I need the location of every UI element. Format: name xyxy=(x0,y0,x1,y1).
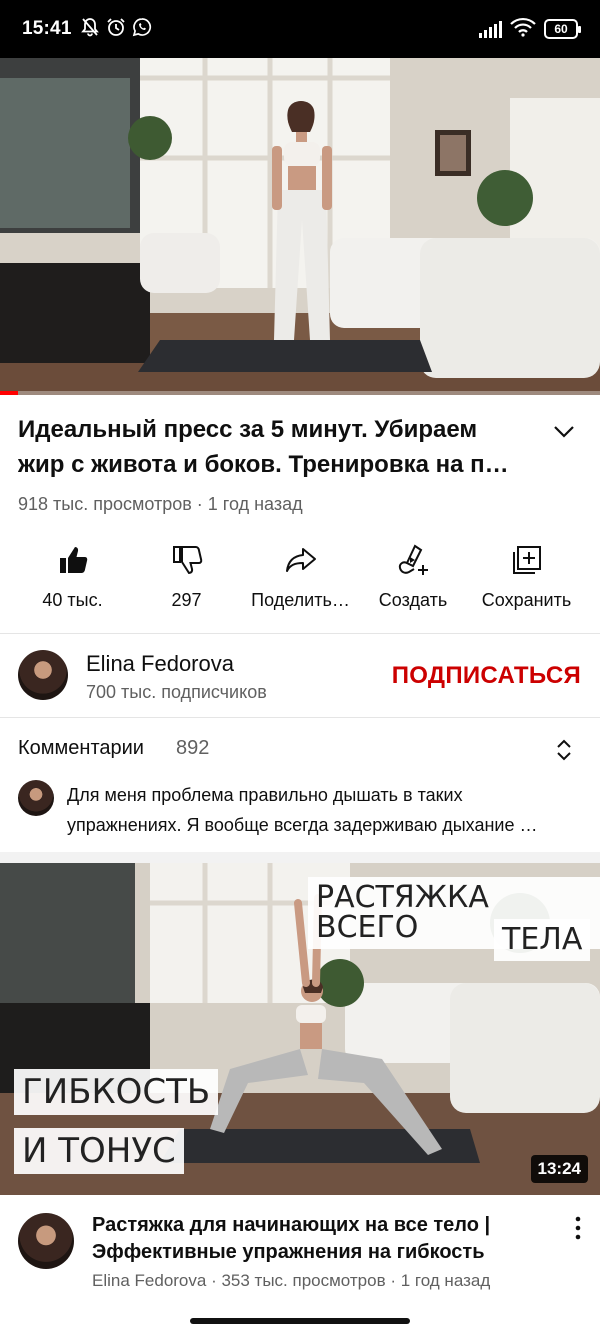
channel-name[interactable]: Elina Fedorova xyxy=(86,651,234,677)
video-player[interactable] xyxy=(0,58,600,395)
video-meta: 918 тыс. просмотров · 1 год назад xyxy=(18,494,303,514)
chevron-down-icon xyxy=(554,426,574,438)
save-button[interactable]: Сохранить xyxy=(453,540,600,620)
status-bar: 15:41 60 xyxy=(0,0,600,58)
next-video-thumbnail[interactable]: РАСТЯЖКА ВСЕГО ТЕЛА ГИБКОСТЬ И ТОНУС 13:… xyxy=(0,863,600,1195)
video-title: Идеальный пресс за 5 минут. Убираем жир … xyxy=(18,416,509,478)
like-count: 40 тыс. xyxy=(42,590,103,610)
wifi-icon xyxy=(510,17,536,42)
subscribe-button[interactable]: ПОДПИСАТЬСЯ xyxy=(392,662,581,690)
status-notification-icons xyxy=(80,17,152,41)
dislike-button[interactable]: 297 xyxy=(145,540,228,620)
next-video-menu-button[interactable] xyxy=(568,1215,588,1241)
section-separator xyxy=(0,852,600,863)
video-progress-track[interactable] xyxy=(0,391,600,395)
comments-expand-button[interactable] xyxy=(550,736,578,764)
channel-avatar[interactable] xyxy=(18,650,68,700)
create-button[interactable]: Создать xyxy=(373,540,453,620)
status-time: 15:41 xyxy=(22,18,72,39)
thumbnail-caption-bottom-line1: ГИБКОСТЬ xyxy=(14,1069,219,1115)
whatsapp-icon xyxy=(132,17,152,41)
comments-count: 892 xyxy=(176,737,210,759)
create-label: Создать xyxy=(378,590,448,610)
signal-icon xyxy=(479,20,502,38)
thumbs-up-icon xyxy=(59,547,87,573)
video-duration-badge: 13:24 xyxy=(530,1155,588,1183)
share-button[interactable]: Поделить… xyxy=(228,540,373,620)
channel-subscribers: 700 тыс. подписчиков xyxy=(86,682,267,702)
next-video-channel-avatar[interactable] xyxy=(18,1213,74,1269)
top-comment-text: Для меня проблема правильно дышать в так… xyxy=(67,785,538,835)
muted-bell-icon xyxy=(80,17,100,41)
comment-author-avatar xyxy=(18,780,54,816)
save-to-playlist-icon xyxy=(512,546,541,574)
thumbnail-caption-bottom-line2: И ТОНУС xyxy=(14,1128,184,1174)
thumbnail-caption-top-line2: ТЕЛА xyxy=(494,919,591,961)
comments-section[interactable]: Комментарии 892 Для меня проблема правил… xyxy=(0,718,600,852)
alarm-icon xyxy=(106,17,126,41)
video-title-block[interactable]: Идеальный пресс за 5 минут. Убираем жир … xyxy=(18,412,528,482)
comments-title: Комментарии xyxy=(18,737,144,759)
home-indicator[interactable] xyxy=(190,1318,410,1324)
next-video-title[interactable]: Растяжка для начинающих на все тело | Эф… xyxy=(92,1212,542,1266)
share-icon xyxy=(285,548,316,572)
expand-description-button[interactable] xyxy=(548,418,580,446)
share-label: Поделить… xyxy=(251,590,350,610)
like-button[interactable]: 40 тыс. xyxy=(0,540,145,620)
video-actions: 40 тыс. 297 Поделить… Создать Сохранить xyxy=(0,540,600,620)
more-vert-icon xyxy=(575,1216,581,1240)
video-frame xyxy=(0,58,600,395)
unfold-icon xyxy=(557,739,571,761)
next-video-meta: Elina Fedorova · 353 тыс. просмотров · 1… xyxy=(92,1271,491,1290)
save-label: Сохранить xyxy=(481,590,572,610)
status-system-icons: 60 xyxy=(479,17,581,42)
dislike-count: 297 xyxy=(171,590,202,610)
create-shorts-icon xyxy=(398,544,428,575)
thumbs-down-icon xyxy=(172,546,202,575)
battery-icon: 60 xyxy=(544,19,581,39)
video-progress-fill xyxy=(0,391,18,395)
next-video-info[interactable]: Растяжка для начинающих на все тело | Эф… xyxy=(0,1195,600,1305)
channel-row[interactable]: Elina Fedorova 700 тыс. подписчиков ПОДП… xyxy=(0,634,600,717)
